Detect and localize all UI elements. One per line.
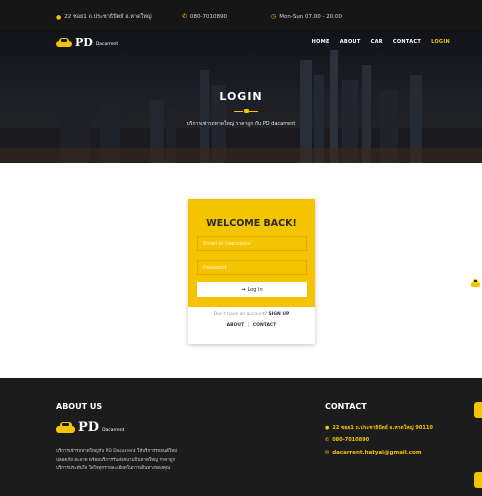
contact-phone: ✆ 080-7010890	[325, 437, 369, 443]
link-separator: |	[247, 323, 250, 328]
taxi-car-icon	[56, 421, 75, 434]
hero-banner: PD Dacarrent HOME ABOUT CAR CONTACT LOGI…	[0, 30, 482, 163]
logo-brand: Dacarrent	[95, 42, 119, 47]
site-logo[interactable]: PD Dacarrent	[56, 36, 118, 49]
contact-address: ● 22 ซอย1 ถ.ประชาธิปัตย์ อ.หาดใหญ่ 90110	[325, 424, 433, 432]
main-nav: HOME ABOUT CAR CONTACT LOGIN	[312, 39, 450, 45]
nav-home[interactable]: HOME	[312, 39, 330, 45]
floating-car-icon[interactable]	[474, 402, 482, 418]
phone-text: 080-7010890	[190, 13, 228, 20]
phone-icon: ✆	[325, 437, 330, 443]
page: ● 22 ซอย1 ถ.ประชาธิปัตย์ อ.หาดใหญ่ ✆ 080…	[0, 0, 482, 496]
login-button-label: Log In	[247, 286, 263, 293]
page-subtitle: บริการเช่ารถหาดใหญ่ ราคาถูก กับ PD dacar…	[186, 121, 296, 127]
footer-logo[interactable]: PD Dacarrent	[56, 420, 124, 435]
contact-link[interactable]: CONTACT	[253, 323, 276, 328]
contact-address-text: 22 ซอย1 ถ.ประชาธิปัตย์ อ.หาดใหญ่ 90110	[332, 425, 433, 431]
map-pin-icon: ●	[325, 425, 330, 431]
clock-icon: ◷	[271, 13, 277, 20]
login-arrow-icon: ➔	[241, 286, 246, 293]
about-heading: ABOUT US	[56, 402, 103, 411]
hours-info: ◷ Mon-Sun 07.00 - 20.00	[271, 13, 342, 20]
login-card: WELCOME BACK! ➔ Log In Don't have an acc…	[188, 199, 315, 344]
top-info-bar: ● 22 ซอย1 ถ.ประชาธิปัตย์ อ.หาดใหญ่ ✆ 080…	[0, 0, 482, 30]
page-title: LOGIN	[219, 90, 263, 103]
password-field[interactable]	[197, 260, 307, 275]
login-form-panel: WELCOME BACK! ➔ Log In	[188, 199, 315, 307]
nav-about[interactable]: ABOUT	[340, 39, 361, 45]
email-field[interactable]	[197, 236, 307, 251]
mail-icon: ✉	[325, 450, 330, 456]
taxi-car-icon	[56, 37, 72, 48]
contact-email-text[interactable]: dacarrent.hatyai@gmail.com	[332, 450, 421, 456]
nav-car[interactable]: CAR	[371, 39, 383, 45]
address-info: ● 22 ซอย1 ถ.ประชาธิปัตย์ อ.หาดใหญ่	[56, 13, 152, 21]
contact-phone-text[interactable]: 080-7010890	[332, 437, 369, 443]
login-button[interactable]: ➔ Log In	[197, 282, 307, 297]
map-pin-icon: ●	[56, 13, 62, 21]
address-text: 22 ซอย1 ถ.ประชาธิปัตย์ อ.หาดใหญ่	[64, 14, 152, 20]
signup-prompt: Don't have an account? SIGN UP	[188, 312, 315, 317]
contact-heading: CONTACT	[325, 402, 367, 411]
footer-logo-brand: Dacarrent	[102, 427, 125, 433]
footer-logo-text: PD	[78, 420, 100, 435]
contact-email: ✉ dacarrent.hatyai@gmail.com	[325, 450, 422, 456]
nav-login[interactable]: LOGIN	[431, 39, 450, 45]
footer: ABOUT US PD Dacarrent บริการเช่ารถหาดใหญ…	[0, 378, 482, 496]
welcome-heading: WELCOME BACK!	[206, 218, 297, 229]
floating-car-icon[interactable]	[474, 472, 482, 488]
card-links: ABOUT | CONTACT	[188, 323, 315, 328]
phone-icon: ✆	[182, 13, 188, 20]
hours-text: Mon-Sun 07.00 - 20.00	[279, 13, 343, 20]
about-description: บริการเช่ารถหาดใหญ่กับ PD Dacarrent ให้บ…	[56, 449, 178, 471]
title-divider	[234, 108, 258, 114]
about-link[interactable]: ABOUT	[227, 323, 244, 328]
no-account-text: Don't have an account?	[213, 312, 267, 317]
side-car-icon[interactable]	[471, 279, 480, 288]
phone-info: ✆ 080-7010890	[182, 13, 227, 20]
logo-text: PD	[75, 36, 93, 49]
nav-contact[interactable]: CONTACT	[393, 39, 421, 45]
signup-link[interactable]: SIGN UP	[268, 312, 289, 317]
